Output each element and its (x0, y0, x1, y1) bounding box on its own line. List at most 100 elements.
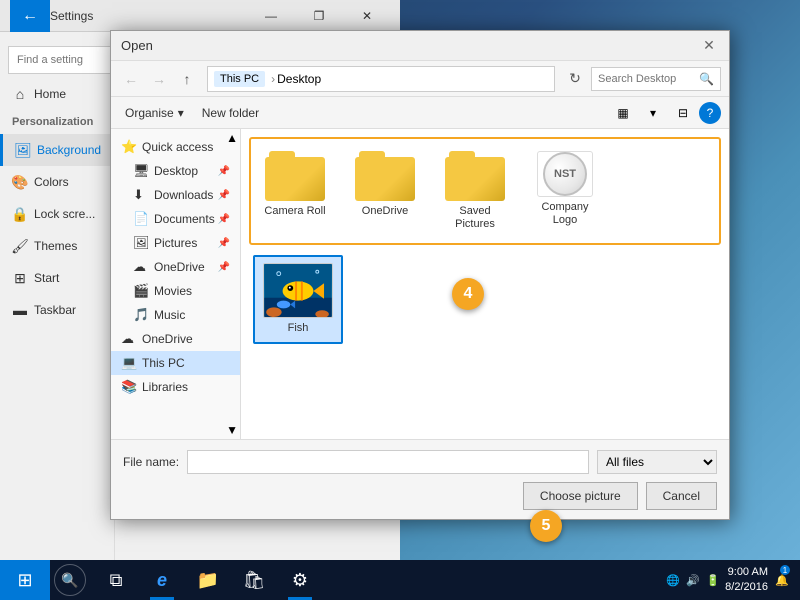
view-details-button[interactable]: ⊟ (669, 101, 697, 125)
view-dropdown-button[interactable]: ▾ (639, 101, 667, 125)
cancel-button[interactable]: Cancel (646, 482, 717, 510)
nav-item-pictures-label: Pictures (154, 236, 197, 250)
view-preview-button[interactable]: ▦ (609, 101, 637, 125)
close-button[interactable]: ✕ (344, 0, 390, 32)
minimize-button[interactable]: — (248, 0, 294, 32)
nav-item-documents-label: Documents (154, 212, 215, 226)
forward-button[interactable]: → (147, 67, 171, 91)
nav-item-downloads[interactable]: ⬇ Downloads 📌 (111, 183, 240, 207)
settings-search-input[interactable] (8, 46, 111, 74)
settings-back-button[interactable]: ← (10, 0, 50, 36)
badge-4-label: 4 (464, 285, 473, 303)
search-input[interactable] (598, 73, 699, 85)
notification-icon: 🔔 (775, 574, 789, 587)
nav-item-quick-access-label: Quick access (142, 140, 213, 154)
company-logo-label: Company Logo (531, 201, 599, 227)
breadcrumb-thispc: This PC (214, 71, 265, 87)
nav-item-this-pc[interactable]: 💻 This PC (111, 351, 240, 375)
taskbar-taskview[interactable]: ⧉ (94, 560, 138, 600)
new-folder-button[interactable]: New folder (196, 101, 265, 125)
notification-button[interactable]: 🔔 1 (772, 560, 792, 600)
breadcrumb-bar[interactable]: This PC › Desktop (207, 66, 555, 92)
badge-5: 5 (530, 510, 562, 542)
sidebar-item-lockscreen[interactable]: 🔒 Lock scre... (0, 198, 114, 230)
file-item-fish[interactable]: Fish (253, 255, 343, 343)
downloads-icon: ⬇ (133, 187, 149, 203)
nav-item-documents[interactable]: 📄 Documents 📌 (111, 207, 240, 231)
dialog-close-button[interactable]: ✕ (699, 36, 719, 56)
footer-row2: Choose picture Cancel (123, 482, 717, 510)
sidebar-item-colors[interactable]: 🎨 Colors (0, 166, 114, 198)
view-dropdown-icon: ▾ (650, 106, 656, 120)
back-button[interactable]: ← (119, 67, 143, 91)
tray-volume-icon[interactable]: 🔊 (685, 572, 701, 588)
libraries-icon: 📚 (121, 379, 137, 395)
tray-battery-icon[interactable]: 🔋 (705, 572, 721, 588)
nav-item-downloads-label: Downloads (154, 188, 213, 202)
taskbar-search-button[interactable]: 🔍 (54, 564, 86, 596)
sidebar-item-themes[interactable]: 🖌 Themes (0, 230, 114, 262)
view-controls: ▦ ▾ ⊟ ? (609, 101, 721, 125)
nav-item-movies[interactable]: 🎬 Movies (111, 279, 240, 303)
nav-item-onedrive-qa-label: OneDrive (154, 260, 205, 274)
filetype-select[interactable]: All files (597, 450, 717, 474)
folder-body-saved (445, 157, 505, 201)
sidebar-item-lockscreen-label: Lock scre... (34, 207, 95, 221)
sidebar-item-taskbar-label: Taskbar (34, 303, 76, 317)
filename-input[interactable] (187, 450, 589, 474)
help-button[interactable]: ? (699, 102, 721, 124)
titlebar-controls: — ❐ ✕ (248, 0, 390, 32)
onedrive-qa-pin-icon: 📌 (218, 262, 230, 273)
open-dialog: Open ✕ ← → ↑ This PC › Desktop ↻ 🔍 Organ… (110, 30, 730, 520)
sidebar-item-start[interactable]: ⊞ Start (0, 262, 114, 294)
file-item-camera-roll[interactable]: Camera Roll (255, 143, 335, 239)
sidebar-item-start-label: Start (34, 271, 59, 285)
choose-picture-button[interactable]: Choose picture (523, 482, 638, 510)
nav-item-music-label: Music (154, 308, 185, 322)
taskbar: ⊞ 🔍 ⧉ e 📁 🛍 ⚙ 🌐 🔊 🔋 9:00 AM 8/2/2016 🔔 1 (0, 560, 800, 600)
taskbar-tray: 🌐 🔊 🔋 9:00 AM 8/2/2016 🔔 1 (665, 560, 800, 600)
camera-roll-label: Camera Roll (264, 205, 325, 218)
organise-button[interactable]: Organise ▾ (119, 101, 190, 125)
home-icon: ⌂ (12, 86, 28, 102)
nav-item-libraries[interactable]: 📚 Libraries (111, 375, 240, 399)
taskbar-explorer[interactable]: 📁 (186, 560, 230, 600)
nav-item-desktop[interactable]: 🖥 Desktop 📌 (111, 159, 240, 183)
scroll-down-icon[interactable]: ▼ (226, 423, 238, 437)
restore-button[interactable]: ❐ (296, 0, 342, 32)
sidebar-item-home[interactable]: ⌂ Home (0, 78, 114, 110)
nst-text: NST (554, 168, 576, 180)
taskbar-settings[interactable]: ⚙ (278, 560, 322, 600)
start-button[interactable]: ⊞ (0, 560, 50, 600)
nav-item-pictures[interactable]: 🖼 Pictures 📌 (111, 231, 240, 255)
up-button[interactable]: ↑ (175, 67, 199, 91)
sidebar-item-taskbar[interactable]: ▬ Taskbar (0, 294, 114, 326)
colors-icon: 🎨 (12, 174, 28, 190)
nav-item-music[interactable]: 🎵 Music (111, 303, 240, 327)
nav-item-onedrive[interactable]: ☁ OneDrive (111, 327, 240, 351)
file-item-company-logo[interactable]: NST Company Logo (525, 143, 605, 239)
sidebar-item-background[interactable]: 🖼 Background (0, 134, 114, 166)
onedrive-folder-label: OneDrive (362, 205, 408, 218)
refresh-button[interactable]: ↻ (563, 67, 587, 91)
nst-circle: NST (543, 152, 587, 196)
music-icon: 🎵 (133, 307, 149, 323)
company-logo-icon: NST (537, 151, 593, 197)
file-item-saved-pictures[interactable]: Saved Pictures (435, 143, 515, 239)
this-pc-icon: 💻 (121, 355, 137, 371)
sidebar-item-background-label: Background (37, 143, 101, 157)
folder-body-onedrive (355, 157, 415, 201)
taskbar-edge[interactable]: e (140, 560, 184, 600)
tray-datetime[interactable]: 9:00 AM 8/2/2016 (725, 565, 768, 596)
breadcrumb-separator: › (271, 72, 275, 86)
onedrive-folder-icon (355, 151, 415, 201)
tray-network-icon[interactable]: 🌐 (665, 572, 681, 588)
documents-pin-icon: 📌 (218, 214, 230, 225)
nav-item-quick-access[interactable]: ⭐ Quick access (111, 135, 240, 159)
scroll-up-icon[interactable]: ▲ (226, 131, 238, 145)
taskbar-store[interactable]: 🛍 (232, 560, 276, 600)
folder-body (265, 157, 325, 201)
taskbar-items: ⧉ e 📁 🛍 ⚙ (90, 560, 326, 600)
nav-item-onedrive-qa[interactable]: ☁ OneDrive 📌 (111, 255, 240, 279)
file-item-onedrive[interactable]: OneDrive (345, 143, 425, 239)
